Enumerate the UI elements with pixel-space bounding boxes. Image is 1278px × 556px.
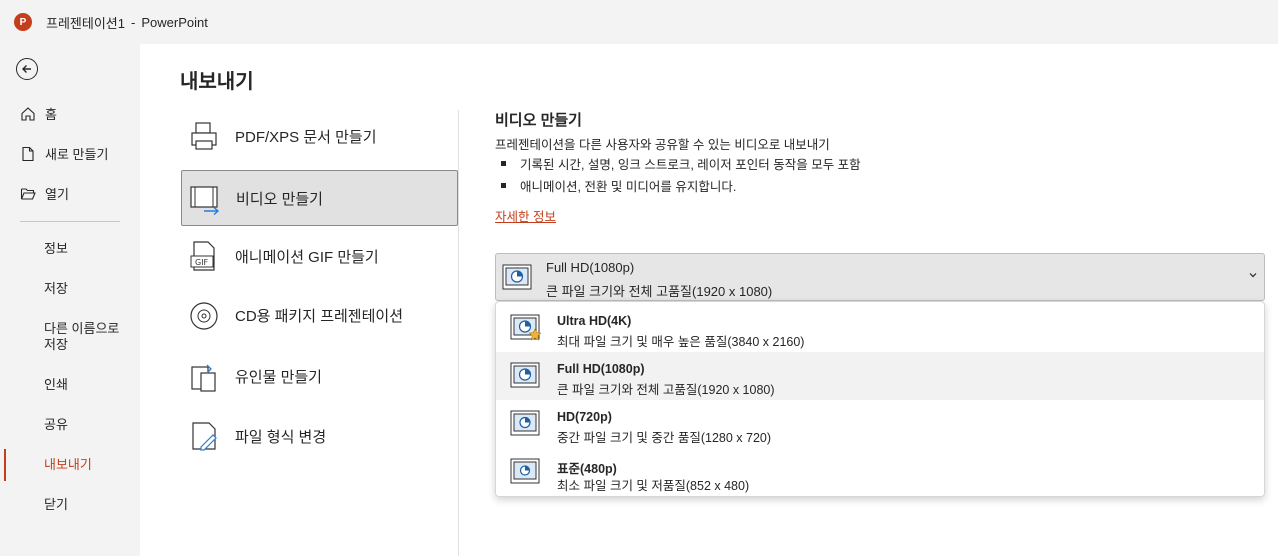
bullet-dot xyxy=(501,161,506,166)
menu-option-subtitle: 큰 파일 크기와 전체 고품질(1920 x 1080) xyxy=(557,383,775,397)
gif-icon: GIF xyxy=(187,239,221,273)
pdf-xps-icon xyxy=(187,119,221,153)
full-hd-icon xyxy=(510,362,542,390)
active-indicator xyxy=(4,449,6,481)
menu-option-title: Ultra HD(4K) xyxy=(557,314,632,328)
menu-option-subtitle: 최대 파일 크기 및 매우 높은 품질(3840 x 2160) xyxy=(557,335,805,349)
powerpoint-logo-icon: P xyxy=(14,13,32,31)
nav-divider xyxy=(20,221,120,222)
new-file-icon xyxy=(20,146,36,162)
ultra-hd-icon xyxy=(510,314,542,342)
title-separator: - xyxy=(131,14,136,30)
change-format-icon xyxy=(187,419,221,453)
video-quality-menu: Ultra HD(4K) 최대 파일 크기 및 매우 높은 품질(3840 x … xyxy=(495,301,1265,497)
option-pdf-xps[interactable]: PDF/XPS 문서 만들기 xyxy=(181,108,458,164)
learn-more-link[interactable]: 자세한 정보 xyxy=(495,206,556,225)
nav-item-label: 새로 만들기 xyxy=(45,147,109,162)
menu-option-subtitle: 최소 파일 크기 및 저품질(852 x 480) xyxy=(557,479,750,493)
bullet-item: 애니메이션, 전환 및 미디어를 유지합니다. xyxy=(495,176,736,195)
section-description: 프레젠테이션을 다른 사용자와 공유할 수 있는 비디오로 내보내기 xyxy=(495,138,830,152)
menu-option-full-hd[interactable]: Full HD(1080p) 큰 파일 크기와 전체 고품질(1920 x 10… xyxy=(496,352,1264,400)
nav-item-label: 열기 xyxy=(45,187,69,202)
standard-icon xyxy=(510,458,542,486)
nav-item-home[interactable]: 홈 xyxy=(0,104,140,123)
nav-item-print[interactable]: 인쇄 xyxy=(44,377,68,393)
handout-icon xyxy=(187,359,221,393)
page-title: 내보내기 xyxy=(180,71,254,93)
nav-item-label: 홈 xyxy=(45,107,57,122)
svg-text:GIF: GIF xyxy=(195,258,209,267)
nav-item-close[interactable]: 닫기 xyxy=(44,497,68,513)
backstage-nav: 홈 새로 만들기 열기 정보 저장 다른 이름으로 저장 인쇄 공유 내보내기 … xyxy=(0,44,140,556)
nav-item-save[interactable]: 저장 xyxy=(44,281,68,297)
option-change-file-type[interactable]: 파일 형식 변경 xyxy=(181,408,458,464)
chevron-down-icon xyxy=(1248,270,1258,283)
option-gif[interactable]: GIF 애니메이션 GIF 만들기 xyxy=(181,228,458,284)
option-label: PDF/XPS 문서 만들기 xyxy=(235,128,377,146)
option-label: 애니메이션 GIF 만들기 xyxy=(235,248,379,266)
option-cd-package[interactable]: CD용 패키지 프레젠테이션 xyxy=(181,288,458,344)
option-label: CD용 패키지 프레젠테이션 xyxy=(235,307,404,325)
video-quality-dropdown[interactable]: Full HD(1080p) 큰 파일 크기와 전체 고품질(1920 x 10… xyxy=(495,253,1265,301)
dropdown-selected-title: Full HD(1080p) xyxy=(546,260,635,275)
nav-item-new[interactable]: 새로 만들기 xyxy=(0,144,140,163)
bullet-text: 애니메이션, 전환 및 미디어를 유지합니다. xyxy=(520,180,737,194)
menu-option-title: HD(720p) xyxy=(557,410,612,424)
section-title: 비디오 만들기 xyxy=(495,112,582,129)
nav-item-share[interactable]: 공유 xyxy=(44,417,68,433)
bullet-text: 기록된 시간, 설명, 잉크 스트로크, 레이저 포인터 동작을 모두 포함 xyxy=(520,158,861,172)
document-name: 프레젠테이션1 xyxy=(46,15,125,31)
option-label: 파일 형식 변경 xyxy=(235,428,327,446)
menu-option-hd[interactable]: HD(720p) 중간 파일 크기 및 중간 품질(1280 x 720) xyxy=(496,400,1264,448)
dropdown-selected-subtitle: 큰 파일 크기와 전체 고품질(1920 x 1080) xyxy=(546,284,773,299)
bullet-dot xyxy=(501,183,506,188)
nav-item-info[interactable]: 정보 xyxy=(44,241,68,257)
title-bar: P 프레젠테이션1 - PowerPoint xyxy=(0,0,1278,44)
home-icon xyxy=(20,106,36,122)
back-arrow-icon[interactable] xyxy=(16,58,38,80)
menu-option-subtitle: 중간 파일 크기 및 중간 품질(1280 x 720) xyxy=(557,431,772,445)
option-label: 유인물 만들기 xyxy=(235,368,322,386)
menu-option-title: Full HD(1080p) xyxy=(557,362,645,376)
open-folder-icon xyxy=(20,186,36,202)
app-name: PowerPoint xyxy=(141,14,208,30)
export-panel: 내보내기 PDF/XPS 문서 만들기 비디오 만들기 GIF 애니메이션 GI… xyxy=(140,44,1278,556)
hd-icon xyxy=(510,410,542,438)
panel-divider xyxy=(458,110,459,556)
option-handouts[interactable]: 유인물 만들기 xyxy=(181,348,458,404)
nav-item-open[interactable]: 열기 xyxy=(0,184,140,203)
video-icon xyxy=(188,181,222,216)
option-label: 비디오 만들기 xyxy=(236,190,323,208)
full-hd-icon xyxy=(502,264,532,290)
nav-item-export[interactable]: 내보내기 xyxy=(44,457,92,473)
menu-option-standard[interactable]: 표준(480p) 최소 파일 크기 및 저품질(852 x 480) xyxy=(496,448,1264,496)
cd-icon xyxy=(187,299,221,333)
bullet-item: 기록된 시간, 설명, 잉크 스트로크, 레이저 포인터 동작을 모두 포함 xyxy=(495,154,861,173)
option-create-video[interactable]: 비디오 만들기 xyxy=(181,170,458,226)
menu-option-ultra-hd[interactable]: Ultra HD(4K) 최대 파일 크기 및 매우 높은 품질(3840 x … xyxy=(496,304,1264,352)
nav-item-save-as[interactable]: 다른 이름으로 저장 xyxy=(44,321,124,353)
